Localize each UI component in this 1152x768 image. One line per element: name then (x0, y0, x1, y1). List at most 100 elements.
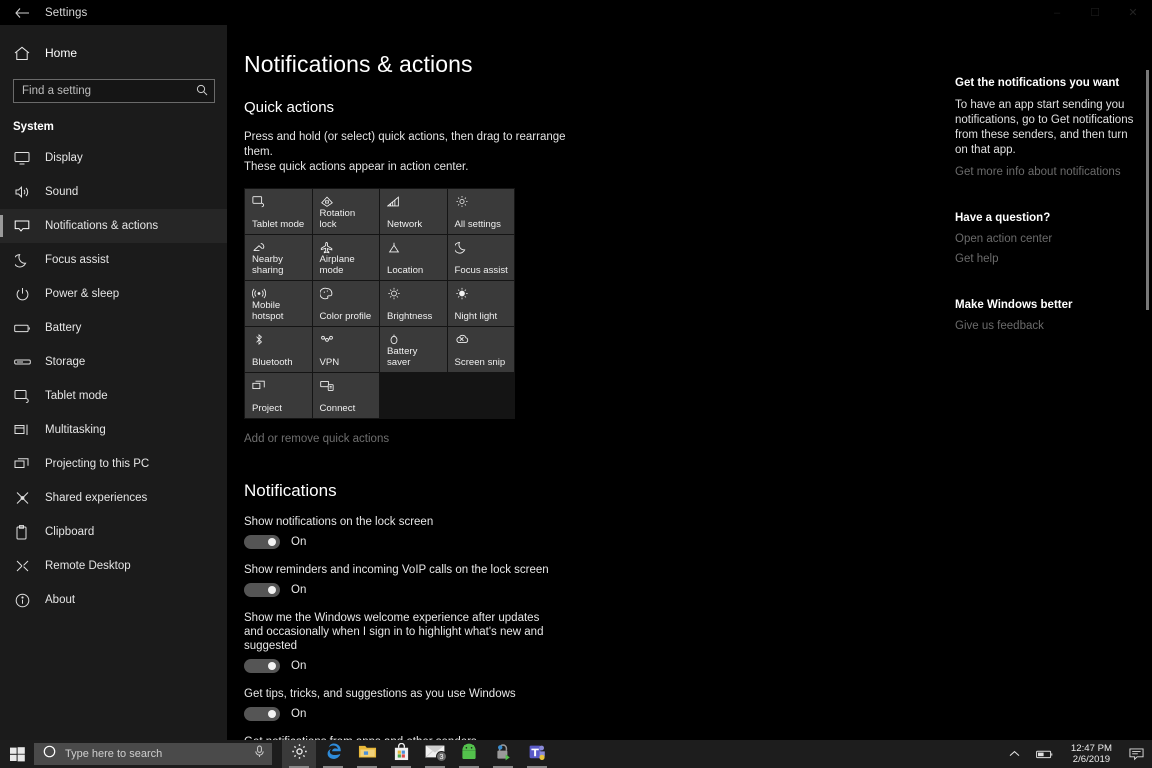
rail-link-get-help[interactable]: Get help (955, 253, 1134, 265)
info-icon (13, 591, 31, 609)
toggle-switch[interactable] (244, 659, 280, 673)
taskbar-search-box[interactable]: Type here to search (34, 743, 272, 765)
toggle-row[interactable]: On (244, 535, 955, 549)
system-tray: 12:47 PM 2/6/2019 (1001, 740, 1152, 768)
taskbar-app-android[interactable] (452, 740, 486, 768)
quick-action-rotation-lock[interactable]: Rotation lock (313, 189, 380, 234)
taskbar-app-settings[interactable] (282, 740, 316, 768)
add-or-remove-quick-actions-link[interactable]: Add or remove quick actions (244, 433, 389, 445)
toggle-knob (268, 662, 276, 670)
quick-action-all-settings[interactable]: All settings (448, 189, 515, 234)
microphone-icon[interactable] (254, 745, 265, 763)
notification-icon (13, 217, 31, 235)
sidebar-item-power-and-sleep[interactable]: Power & sleep (0, 277, 227, 311)
toggle-row[interactable]: On (244, 659, 955, 673)
sidebar-item-shared-experiences[interactable]: Shared experiences (0, 481, 227, 515)
desktop-root: Settings – ☐ ✕ Home (0, 0, 1152, 768)
toggle-row[interactable]: On (244, 583, 955, 597)
sidebar-item-focus-assist[interactable]: Focus assist (0, 243, 227, 277)
quick-action-network[interactable]: Network (380, 189, 447, 234)
taskbar-app-teams[interactable] (520, 740, 554, 768)
taskbar-app-edge[interactable] (316, 740, 350, 768)
back-arrow-icon[interactable] (0, 0, 45, 25)
toggle-switch[interactable] (244, 707, 280, 721)
content-scrollbar[interactable] (1146, 25, 1149, 740)
search-box[interactable] (13, 79, 215, 103)
quick-action-label: Color profile (320, 312, 375, 323)
sidebar-label: Clipboard (45, 526, 94, 538)
taskbar-app-icons: 3 (282, 740, 554, 768)
rail-link-give-feedback[interactable]: Give us feedback (955, 320, 1134, 332)
quick-action-brightness[interactable]: Brightness (380, 281, 447, 326)
setting-label: Show reminders and incoming VoIP calls o… (244, 563, 554, 577)
window-body: Home System (0, 25, 1152, 740)
setting-reminders-voip: Show reminders and incoming VoIP calls o… (244, 563, 955, 597)
quick-action-label: Battery saver (387, 347, 442, 368)
quick-action-screen-snip[interactable]: Screen snip (448, 327, 515, 372)
battery-saver-icon (387, 333, 442, 347)
tablet-icon (13, 387, 31, 405)
taskbar-clock[interactable]: 12:47 PM 2/6/2019 (1062, 740, 1121, 768)
toggle-state-label: On (291, 584, 306, 596)
taskbar-app-microsoft-store[interactable] (384, 740, 418, 768)
sidebar-item-tablet-mode[interactable]: Tablet mode (0, 379, 227, 413)
quick-action-airplane-mode[interactable]: Airplane mode (313, 235, 380, 280)
quick-action-label: VPN (320, 358, 375, 369)
quick-action-vpn[interactable]: VPN (313, 327, 380, 372)
quick-action-battery-saver[interactable]: Battery saver (380, 327, 447, 372)
chevron-up-icon[interactable] (1001, 740, 1028, 768)
quick-action-label-text: Nearby sharing (252, 255, 307, 276)
sidebar-item-sound[interactable]: Sound (0, 175, 227, 209)
sidebar-item-display[interactable]: Display (0, 141, 227, 175)
sidebar-item-battery[interactable]: Battery (0, 311, 227, 345)
clipboard-icon (13, 523, 31, 541)
taskbar-app-file-explorer[interactable] (350, 740, 384, 768)
quick-action-mobile-hotspot[interactable]: Mobile hotspot (245, 281, 312, 326)
maximize-button[interactable]: ☐ (1076, 0, 1114, 25)
sidebar-group-title: System (0, 103, 227, 141)
toggle-knob (268, 710, 276, 718)
window-title: Settings (45, 7, 87, 19)
sidebar-item-multitasking[interactable]: Multitasking (0, 413, 227, 447)
sidebar-item-storage[interactable]: Storage (0, 345, 227, 379)
toggle-row[interactable]: On (244, 707, 955, 721)
quick-action-connect[interactable]: Connect (313, 373, 380, 418)
rail-link-more-info[interactable]: Get more info about notifications (955, 166, 1134, 178)
toggle-switch[interactable] (244, 583, 280, 597)
network-icon (387, 195, 442, 210)
quick-action-location[interactable]: Location (380, 235, 447, 280)
cortana-circle-icon (43, 745, 56, 763)
sidebar-label: Focus assist (45, 254, 109, 266)
quick-action-nearby-sharing[interactable]: Nearby sharing (245, 235, 312, 280)
minimize-button[interactable]: – (1038, 0, 1076, 25)
rail-link-open-action-center[interactable]: Open action center (955, 233, 1134, 245)
quick-action-focus-assist[interactable]: Focus assist (448, 235, 515, 280)
quick-action-bluetooth[interactable]: Bluetooth (245, 327, 312, 372)
scrollbar-thumb[interactable] (1146, 70, 1149, 310)
sidebar-item-home[interactable]: Home (0, 37, 227, 69)
quick-action-empty-slot (380, 373, 447, 418)
action-center-icon[interactable] (1121, 740, 1152, 768)
sidebar-item-remote-desktop[interactable]: Remote Desktop (0, 549, 227, 583)
quick-action-label: Location (387, 266, 442, 277)
quick-action-tablet-mode[interactable]: Tablet mode (245, 189, 312, 234)
quick-action-project[interactable]: Project (245, 373, 312, 418)
search-input[interactable] (22, 85, 192, 97)
sidebar-item-notifications-and-actions[interactable]: Notifications & actions (0, 209, 227, 243)
quick-action-night-light[interactable]: Night light (448, 281, 515, 326)
sidebar-item-clipboard[interactable]: Clipboard (0, 515, 227, 549)
battery-icon (13, 319, 31, 337)
taskbar: Type here to search (0, 740, 1152, 768)
window-controls: – ☐ ✕ (1038, 0, 1152, 25)
taskbar-app-mail[interactable]: 3 (418, 740, 452, 768)
windows-start-icon[interactable] (0, 740, 34, 768)
taskbar-app-security[interactable] (486, 740, 520, 768)
sidebar-item-about[interactable]: About (0, 583, 227, 617)
toggle-switch[interactable] (244, 535, 280, 549)
quick-action-color-profile[interactable]: Color profile (313, 281, 380, 326)
quick-action-empty-slot (448, 373, 515, 418)
setting-tips-tricks: Get tips, tricks, and suggestions as you… (244, 687, 955, 721)
battery-icon[interactable] (1028, 740, 1062, 768)
close-button[interactable]: ✕ (1114, 0, 1152, 25)
sidebar-item-projecting-to-this-pc[interactable]: Projecting to this PC (0, 447, 227, 481)
